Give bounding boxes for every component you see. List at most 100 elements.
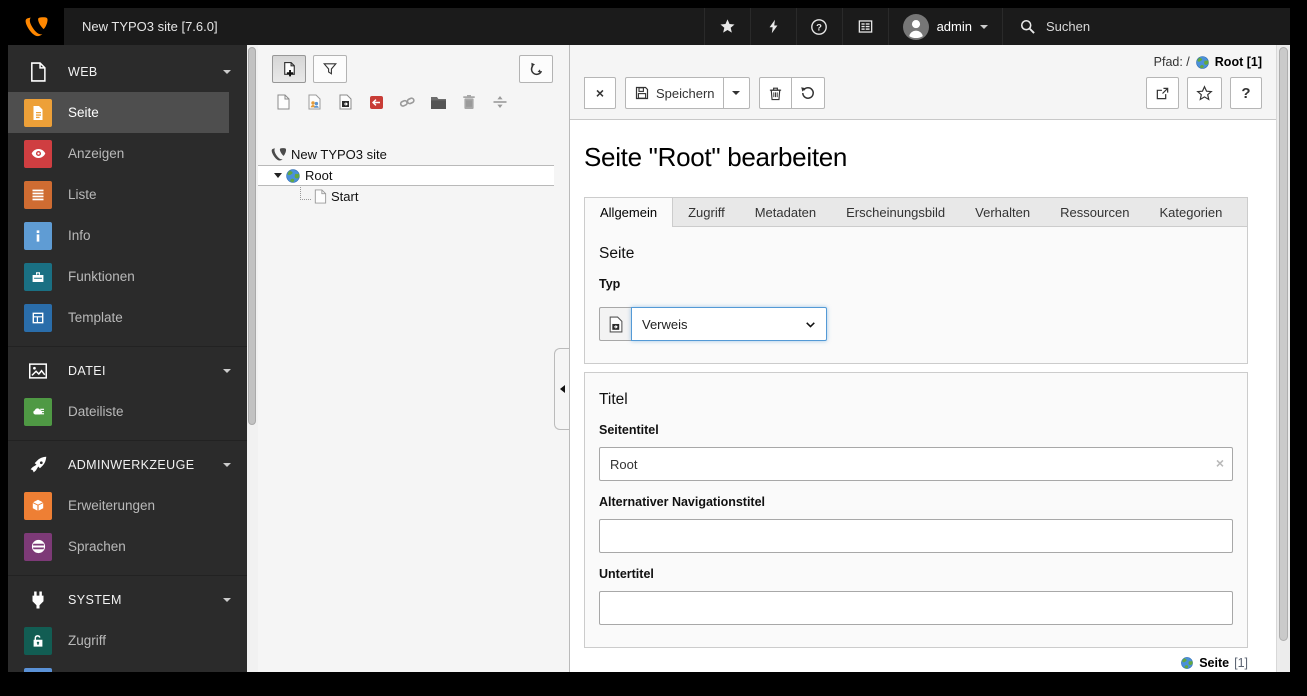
help-icon: ? xyxy=(811,18,827,35)
drag-page-shortcut-icon[interactable] xyxy=(336,92,354,112)
expand-caret-icon[interactable] xyxy=(274,173,282,178)
pagetitle-input[interactable] xyxy=(599,447,1233,481)
bookmark-button[interactable] xyxy=(703,8,750,45)
save-options-button[interactable] xyxy=(723,77,750,109)
refresh-button[interactable] xyxy=(519,55,553,83)
navtitle-input[interactable] xyxy=(599,519,1233,553)
globe-page-icon xyxy=(1195,55,1209,69)
doc-header: Pfad: / Root [1] × Speichern ? xyxy=(570,45,1276,120)
section-web: WEB Seite Anzeigen Liste Info Funktionen… xyxy=(8,48,247,346)
help-button[interactable]: ? xyxy=(795,8,842,45)
tree-connector-line xyxy=(300,186,311,200)
section-header-datei[interactable]: DATEI xyxy=(8,351,247,391)
template-module-icon xyxy=(24,303,52,332)
sidebar-item-template[interactable]: Template xyxy=(8,297,247,338)
sidebar-item-erweiterungen[interactable]: Erweiterungen xyxy=(8,485,247,526)
navigation-collapse-handle[interactable] xyxy=(554,348,569,430)
doc-header-buttons: × Speichern ? xyxy=(584,77,1262,109)
edit-form: Seite "Root" bearbeiten Allgemein Zugrif… xyxy=(570,120,1276,672)
new-page-icon xyxy=(283,61,295,76)
undo-button[interactable] xyxy=(791,77,825,109)
sidebar-item-funktionen[interactable]: Funktionen xyxy=(8,256,247,297)
tab-metadaten[interactable]: Metadaten xyxy=(740,198,831,226)
search-bar[interactable]: Suchen xyxy=(1002,8,1290,45)
close-button[interactable]: × xyxy=(584,77,616,109)
sidebar-item-sprachen[interactable]: Sprachen xyxy=(8,526,247,567)
avatar-icon xyxy=(902,13,929,40)
open-new-window-icon xyxy=(1156,87,1169,99)
section-header-adminwerkzeuge[interactable]: ADMINWERKZEUGE xyxy=(8,445,247,485)
clear-input-icon[interactable]: × xyxy=(1216,455,1224,471)
eye-module-icon xyxy=(24,139,52,168)
chevron-down-icon xyxy=(223,463,231,467)
drag-divider-icon[interactable] xyxy=(491,92,509,112)
new-page-button[interactable] xyxy=(272,55,306,83)
caret-down-icon xyxy=(980,24,988,29)
drag-page-link-icon[interactable] xyxy=(367,92,385,112)
tree-node-root[interactable]: Root xyxy=(258,165,554,186)
star-outline-icon xyxy=(1196,84,1213,101)
user-menu[interactable]: admin xyxy=(887,8,1002,45)
content-scrollbar-thumb[interactable] xyxy=(1279,47,1288,641)
collapse-arrow-icon xyxy=(559,385,565,393)
drag-page-icon[interactable] xyxy=(274,92,292,112)
tree-node-site-root[interactable]: New TYPO3 site xyxy=(258,144,569,165)
drag-trash-icon[interactable] xyxy=(460,92,478,112)
sidebar-item-info[interactable]: Info xyxy=(8,215,247,256)
module-menu-scrollbar-thumb[interactable] xyxy=(248,47,256,425)
bookmark-page-button[interactable] xyxy=(1187,77,1222,109)
sidebar-item-anzeigen[interactable]: Anzeigen xyxy=(8,133,247,174)
save-button[interactable]: Speichern xyxy=(625,77,724,109)
page-type-select[interactable]: Verweis xyxy=(631,307,827,341)
subtitle-input[interactable] xyxy=(599,591,1233,625)
tab-erscheinungsbild[interactable]: Erscheinungsbild xyxy=(831,198,960,226)
tab-allgemein[interactable]: Allgemein xyxy=(585,198,674,227)
section-label: WEB xyxy=(68,65,98,79)
tab-ressourcen[interactable]: Ressourcen xyxy=(1045,198,1144,226)
tab-kategorien[interactable]: Kategorien xyxy=(1144,198,1237,226)
page-path: Pfad: / Root [1] xyxy=(584,51,1262,73)
delete-button[interactable] xyxy=(758,77,792,109)
cropped-module-icon xyxy=(24,667,52,672)
typo3-logo[interactable] xyxy=(8,8,64,45)
help-page-button[interactable]: ? xyxy=(1230,77,1262,109)
sidebar-item-zugriff[interactable]: Zugriff xyxy=(8,620,247,661)
page-doc-icon xyxy=(314,189,327,204)
sidebar-item-dateiliste[interactable]: Dateiliste xyxy=(8,391,247,432)
section-datei: DATEI Dateiliste xyxy=(8,346,247,440)
sidebar-item-liste[interactable]: Liste xyxy=(8,174,247,215)
sidebar-item-cropped[interactable] xyxy=(8,661,247,672)
tree-node-start[interactable]: Start xyxy=(258,186,569,207)
drag-chain-icon[interactable] xyxy=(398,92,416,112)
workspace-button[interactable] xyxy=(841,8,888,45)
content-area: Pfad: / Root [1] × Speichern ? Seite "Ro… xyxy=(570,45,1276,672)
section-heading-titel: Titel xyxy=(599,391,628,408)
panel-seite: Seite Typ Verweis xyxy=(584,227,1248,364)
save-label: Speichern xyxy=(656,85,715,101)
drag-page-content-icon[interactable] xyxy=(305,92,323,112)
path-page-label: Root [1] xyxy=(1214,55,1262,69)
toolbox-module-icon xyxy=(24,262,52,291)
filter-button[interactable] xyxy=(313,55,347,83)
svg-text:?: ? xyxy=(816,22,822,33)
drag-folder-icon[interactable] xyxy=(429,92,447,112)
plug-icon xyxy=(24,589,52,611)
pagetitle-field-wrap: × xyxy=(599,447,1233,481)
search-label: Suchen xyxy=(1046,19,1091,34)
tab-verhalten[interactable]: Verhalten xyxy=(960,198,1045,226)
refresh-icon xyxy=(530,62,542,75)
flush-cache-button[interactable] xyxy=(749,8,796,45)
tab-zugriff[interactable]: Zugriff xyxy=(673,198,740,226)
document-outline-icon xyxy=(24,61,52,83)
page-type-select-row: Verweis xyxy=(599,307,1233,341)
trash-icon xyxy=(769,87,781,100)
section-header-system[interactable]: SYSTEM xyxy=(8,580,247,620)
filter-icon xyxy=(323,63,337,75)
view-page-button[interactable] xyxy=(1146,77,1179,109)
page-module-icon xyxy=(24,98,52,127)
section-header-web[interactable]: WEB xyxy=(8,52,247,92)
sidebar-item-seite[interactable]: Seite xyxy=(8,92,229,133)
caret-down-icon xyxy=(732,91,741,95)
doc-header-right-buttons: ? xyxy=(1146,77,1262,109)
globe-module-icon xyxy=(24,532,52,561)
